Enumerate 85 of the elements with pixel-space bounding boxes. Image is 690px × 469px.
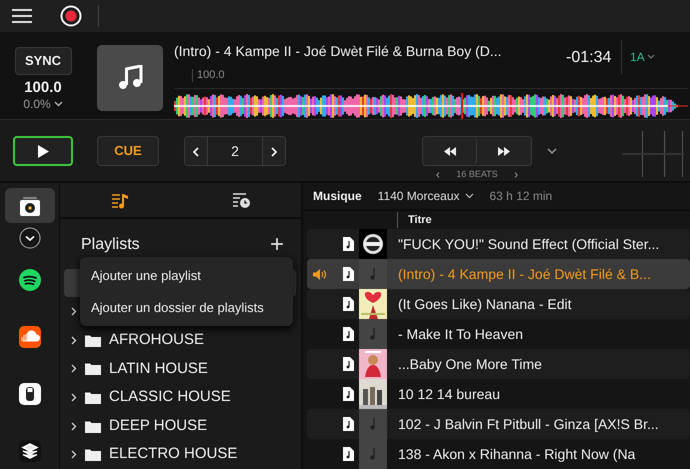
total-duration: 63 h 12 min — [490, 188, 552, 205]
track-title: (Intro) - 4 Kampe II - Joé Dwèt Filé & B... — [398, 264, 651, 284]
track-title: - Make It To Heaven — [398, 324, 524, 344]
folder-label[interactable]: ELECTRO HOUSE — [109, 443, 238, 466]
menu-icon[interactable] — [12, 9, 32, 23]
track-title: 10 12 14 bureau — [398, 384, 500, 404]
folder-label[interactable]: CLASSIC HOUSE — [109, 386, 231, 409]
menu-item[interactable]: Ajouter une playlist — [80, 260, 293, 292]
audio-file-icon — [343, 387, 354, 401]
track-row[interactable]: 138 - Akon x Rihanna - Right Now (Na — [307, 439, 690, 469]
loop-length: 2 — [230, 142, 240, 160]
track-row[interactable]: ...Baby One More Time — [307, 349, 690, 379]
audio-file-icon — [343, 297, 354, 311]
history-icon — [232, 192, 250, 208]
source-name: Musique — [313, 188, 362, 205]
menu-item[interactable]: Ajouter un dossier de playlists — [80, 292, 293, 323]
folder-icon — [85, 362, 101, 376]
column-header[interactable]: Titre — [397, 212, 432, 228]
speaker-icon — [313, 268, 326, 280]
remaining-time: -01:34 — [566, 48, 612, 68]
beat-jump-length: 16 BEATS — [456, 168, 498, 181]
chevron-down-icon[interactable] — [547, 148, 557, 155]
music-note-icon — [117, 65, 143, 91]
track-title: (Intro) - 4 Kampe II - Joé Dwèt Filé & Burna Boy (D... — [174, 42, 503, 60]
folder-label[interactable]: LATIN HOUSE — [109, 358, 208, 380]
record-icon[interactable] — [60, 5, 82, 27]
chevron-right-icon[interactable] — [514, 172, 518, 178]
folder-icon — [85, 391, 101, 404]
chevron-down-icon — [18, 226, 40, 249]
music-note-icon — [370, 418, 376, 430]
chevron-left-icon[interactable] — [436, 172, 440, 178]
audio-file-icon — [343, 417, 354, 431]
soundcloud-icon — [18, 326, 40, 348]
audio-file-icon — [343, 267, 354, 281]
fast-forward-button[interactable] — [477, 137, 531, 165]
music-note-icon — [370, 448, 376, 460]
decrease-button[interactable] — [185, 137, 208, 165]
folder-icon — [85, 334, 101, 347]
track-title: (It Goes Like) Nanana - Edit — [398, 294, 572, 314]
chevron-down-icon — [464, 192, 474, 199]
fast-forward-icon — [498, 147, 510, 156]
bpm-value: 100.0 — [24, 79, 62, 97]
folder-icon — [85, 420, 101, 433]
track-row[interactable]: - Make It To Heaven — [307, 319, 690, 349]
increase-button[interactable] — [262, 137, 285, 165]
key-dropdown[interactable]: 1A — [621, 40, 655, 74]
track-count-dropdown[interactable]: 1140 Morceaux — [378, 186, 474, 205]
music-note-icon — [370, 328, 376, 340]
chevron-left-icon — [193, 146, 199, 157]
chevron-right-icon — [271, 146, 277, 157]
chevron-down-icon — [646, 54, 655, 60]
music-note-icon — [370, 268, 376, 280]
usb-drive-icon — [18, 383, 40, 406]
track-title: ...Baby One More Time — [398, 354, 542, 374]
folder-icon — [85, 448, 101, 462]
track-title: "FUCK YOU!" Sound Effect (Official Ster... — [398, 234, 660, 254]
audio-file-icon — [343, 357, 354, 371]
add-button[interactable]: + — [270, 235, 284, 255]
fader-drawing — [622, 131, 684, 177]
pitch-dropdown[interactable]: 0.0% — [23, 97, 63, 111]
audio-file-icon — [343, 447, 354, 461]
track-title: 138 - Akon x Rihanna - Right Now (Na — [398, 444, 636, 464]
sync-button[interactable]: SYNC — [14, 47, 72, 75]
folder-label[interactable]: AFROHOUSE — [109, 329, 204, 352]
track-row[interactable]: 102 - J Balvin Ft Pitbull - Ginza [AX!S Br... — [307, 409, 690, 439]
folder-label[interactable]: DEEP HOUSE — [109, 414, 208, 438]
spotify-icon — [18, 268, 40, 291]
rewind-button[interactable] — [423, 137, 477, 165]
rewind-icon — [444, 147, 456, 156]
track-row[interactable]: (It Goes Like) Nanana - Edit — [307, 289, 690, 319]
layers-icon — [18, 440, 40, 462]
audio-file-icon — [343, 327, 354, 341]
track-row[interactable]: 10 12 14 bureau — [307, 379, 690, 409]
track-row[interactable]: "FUCK YOU!" Sound Effect (Official Ster... — [307, 229, 690, 259]
track-row[interactable]: (Intro) - 4 Kampe II - Joé Dwèt Filé & B... — [307, 259, 690, 289]
audio-file-icon — [343, 237, 354, 251]
panel-title: Playlists — [81, 235, 140, 255]
chevron-down-icon — [54, 101, 63, 107]
source-button[interactable] — [4, 188, 54, 224]
cue-button[interactable]: CUE — [97, 136, 159, 166]
play-button[interactable] — [13, 136, 73, 166]
record-box-icon — [18, 194, 40, 217]
playlist-icon — [111, 192, 130, 208]
play-icon — [36, 144, 50, 158]
track-title: 102 - J Balvin Ft Pitbull - Ginza [AX!S Br... — [398, 414, 659, 434]
